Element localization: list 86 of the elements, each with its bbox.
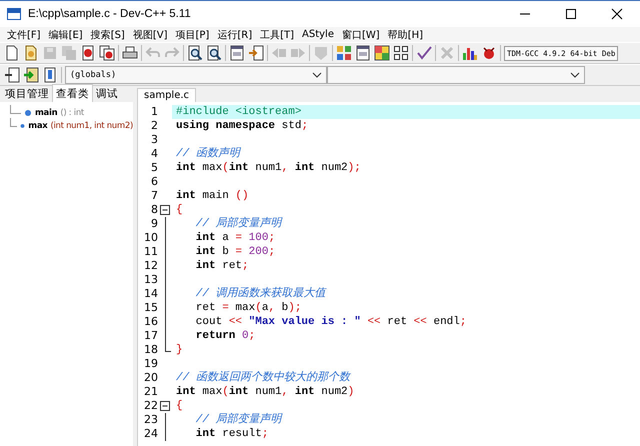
code-line: int main () xyxy=(176,190,249,202)
line-number: 14 xyxy=(143,287,158,301)
code-line: { xyxy=(176,204,183,216)
line-number: 8 xyxy=(150,203,158,217)
code-line: #include <iostream> xyxy=(176,106,302,118)
line-number: 4 xyxy=(150,147,158,161)
caret-icon xyxy=(570,71,580,79)
line-number: 24 xyxy=(143,427,158,441)
line-number: 23 xyxy=(143,413,158,427)
menu-item[interactable]: 视图[V] xyxy=(130,28,172,42)
caret-icon xyxy=(312,71,322,79)
bar-chart-icon[interactable] xyxy=(462,45,478,61)
code-line: int max(int num1, int num2); xyxy=(176,162,361,174)
arrow-document-icon[interactable] xyxy=(23,67,39,83)
color-grid-icon[interactable] xyxy=(336,45,352,61)
app-icon xyxy=(6,6,22,22)
printer-icon[interactable] xyxy=(122,45,138,61)
fold-toggle-icon[interactable] xyxy=(160,399,171,413)
line-number: 5 xyxy=(150,161,158,175)
goto-icon[interactable] xyxy=(248,45,264,61)
code-line: int a = 100; xyxy=(194,232,276,244)
code-line: return 0; xyxy=(194,330,256,342)
bookmark-icon[interactable] xyxy=(42,67,58,83)
panel-tab[interactable]: 查看类 xyxy=(52,84,93,102)
tree-item[interactable]: main () : int xyxy=(10,106,133,119)
code-line: } xyxy=(176,344,183,356)
menu-item[interactable]: 帮助[H] xyxy=(384,28,428,42)
new-file-icon[interactable] xyxy=(4,45,20,61)
line-number: 12 xyxy=(143,259,158,273)
line-number: 20 xyxy=(143,371,158,385)
window-icon[interactable] xyxy=(355,45,371,61)
tree-item[interactable]: max (int num1, int num2) xyxy=(10,119,133,132)
code-line: ret = max(a, b); xyxy=(194,302,302,314)
line-number: 9 xyxy=(150,217,158,231)
open-file-icon[interactable] xyxy=(23,45,39,61)
replace-icon[interactable] xyxy=(206,45,222,61)
document-arrow-icon[interactable] xyxy=(4,67,20,83)
menu-item[interactable]: 工具[T] xyxy=(257,28,300,42)
menu-item[interactable]: 运行[R] xyxy=(214,28,258,42)
code-line: // 调用函数来获取最大值 xyxy=(194,288,326,300)
code-line: int result; xyxy=(194,428,268,440)
code-line: // 函数返回两个数中较大的那个数 xyxy=(176,372,350,384)
grid-icon[interactable] xyxy=(393,45,409,61)
color-window-icon[interactable] xyxy=(374,45,390,61)
find-icon[interactable] xyxy=(187,45,203,61)
bug-icon[interactable] xyxy=(481,45,497,61)
code-line: { xyxy=(176,400,183,412)
code-line: cout << "Max value is : " << ret << endl; xyxy=(194,316,466,328)
panel-tab[interactable]: 调试 xyxy=(93,86,121,102)
line-number: 18 xyxy=(143,343,158,357)
window-title: E:\cpp\sample.c - Dev-C++ 5.11 xyxy=(28,8,191,20)
line-number: 11 xyxy=(143,245,158,259)
line-number: 21 xyxy=(143,385,158,399)
checkmark-icon[interactable] xyxy=(416,45,432,61)
code-line: int ret; xyxy=(194,260,249,272)
code-line: // 函数声明 xyxy=(176,148,240,160)
menu-item[interactable]: 编辑[E] xyxy=(46,28,88,42)
scope-dropdown[interactable]: (globals) xyxy=(65,66,327,84)
menu-item[interactable]: 窗口[W] xyxy=(339,28,385,42)
line-number: 2 xyxy=(150,119,158,133)
line-number: 7 xyxy=(150,189,158,203)
line-number: 17 xyxy=(143,329,158,343)
menu-item[interactable]: 项目[P] xyxy=(172,28,214,42)
code-line: int b = 200; xyxy=(194,246,276,258)
line-number: 6 xyxy=(150,175,158,189)
file-tab[interactable]: sample.c xyxy=(137,88,196,102)
close-file-icon[interactable] xyxy=(80,45,96,61)
code-line: // 局部变量声明 xyxy=(194,414,282,426)
line-number: 3 xyxy=(150,133,158,147)
code-line: using namespace std; xyxy=(176,120,308,132)
menu-item[interactable]: 搜索[S] xyxy=(88,28,130,42)
line-number: 10 xyxy=(143,231,158,245)
line-number: 19 xyxy=(143,357,158,371)
line-number: 15 xyxy=(143,301,158,315)
line-number: 16 xyxy=(143,315,158,329)
panel-tab[interactable]: 项目管理 xyxy=(2,86,52,102)
line-number: 22 xyxy=(143,399,158,413)
code-line: // 局部变量声明 xyxy=(194,218,282,230)
line-number: 13 xyxy=(143,273,158,287)
line-number: 1 xyxy=(150,105,158,119)
menu-item[interactable]: 文件[F] xyxy=(4,28,46,42)
menu-item[interactable]: AStyle xyxy=(299,29,339,40)
close-all-icon[interactable] xyxy=(99,45,115,61)
fold-toggle-icon[interactable] xyxy=(160,203,171,217)
code-line: int max(int num1, int num2) xyxy=(176,386,354,398)
window-icon[interactable] xyxy=(229,45,245,61)
